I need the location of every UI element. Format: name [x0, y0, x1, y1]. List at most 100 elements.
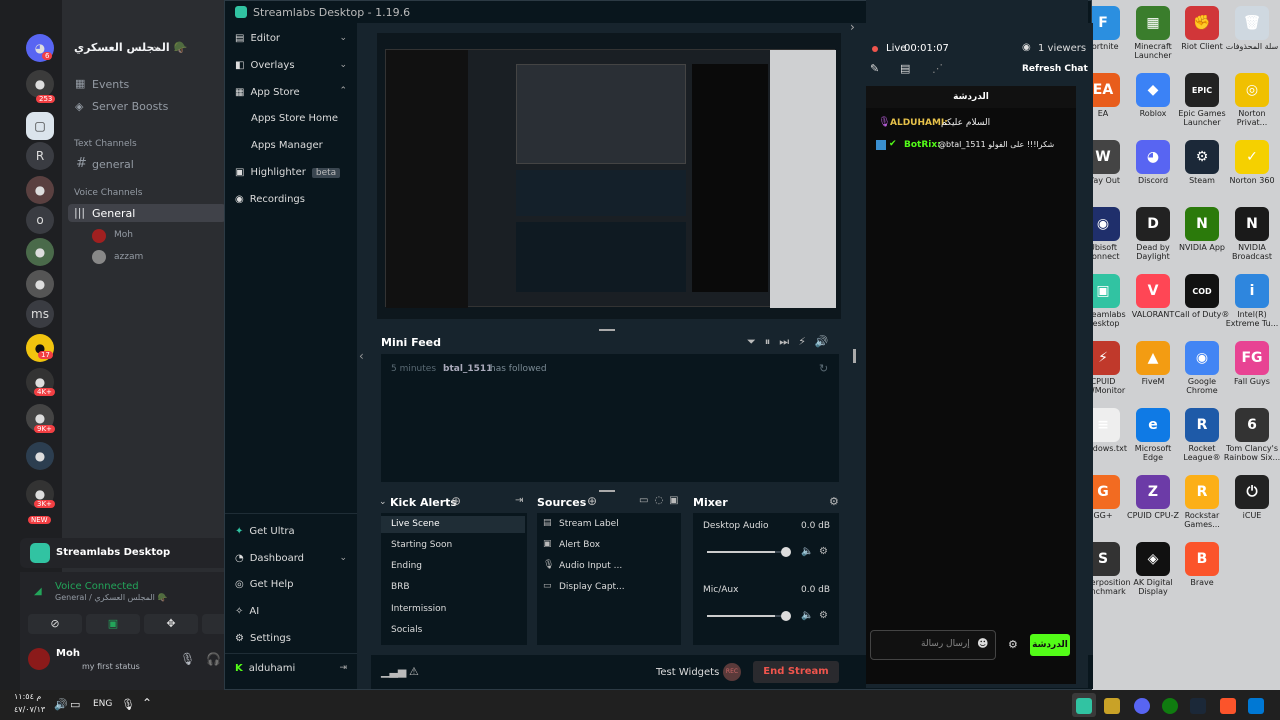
source-item[interactable]: Display Capt... [549, 582, 625, 592]
desktop-icon[interactable]: ⏻ iCUE [1223, 475, 1280, 520]
nav-account[interactable]: Kalduhami [235, 663, 295, 674]
nav-overlays[interactable]: ◧ Overlays [235, 60, 295, 71]
chevron-right-icon[interactable]: › [850, 20, 855, 34]
emoji-icon[interactable]: ☻ [977, 637, 988, 650]
speaker-icon[interactable]: 🔈 [801, 610, 813, 621]
nav-editor[interactable]: ▤ Editor [235, 33, 280, 44]
activity-banner[interactable]: Streamlabs Desktop [20, 538, 230, 568]
desktop-icon[interactable]: ✓ Norton 360 [1223, 140, 1280, 185]
activities-button[interactable]: ✥ [144, 614, 198, 634]
scene-item[interactable]: Live Scene [381, 519, 440, 529]
streamlabs-taskbar-icon[interactable] [1076, 698, 1092, 714]
nav-apps-store-home[interactable]: Apps Store Home [251, 113, 338, 124]
guild-icon[interactable]: ● [26, 270, 54, 298]
chevron-up-icon[interactable]: ⌃ [339, 86, 347, 96]
voice-user[interactable]: Moh [114, 230, 133, 240]
source-item[interactable]: Audio Input ... [549, 561, 622, 571]
discord-taskbar-icon[interactable] [1134, 698, 1150, 714]
nav-get-ultra[interactable]: ✦ Get Ultra [235, 526, 295, 537]
nav-app-store[interactable]: ▦ App Store [235, 87, 300, 98]
end-stream-button[interactable]: End Stream [753, 661, 839, 683]
desktop-icon[interactable]: 6 Tom Clancy's Rainbow Six... [1223, 408, 1280, 462]
scene-item[interactable]: Ending [381, 561, 422, 571]
chat-username[interactable]: BotRix: [904, 140, 941, 150]
chevron-down-icon[interactable]: ⌄ [379, 497, 387, 507]
guild-icon[interactable]: ● [26, 442, 54, 470]
warning-icon[interactable]: ⚠ [409, 665, 419, 678]
nav-ai[interactable]: ✧ AI [235, 606, 259, 617]
clock-time[interactable]: م ١١:٥٤ [14, 692, 41, 701]
file-explorer-taskbar-icon[interactable] [1104, 698, 1120, 714]
network-icon[interactable]: ▭ [70, 698, 80, 711]
guild-icon[interactable]: ● [26, 176, 54, 204]
guild-letter-o[interactable]: o [26, 206, 54, 234]
nav-apps-manager[interactable]: Apps Manager [251, 140, 323, 151]
rec-button[interactable]: REC [723, 663, 741, 681]
feed-user[interactable]: btal_1511 [443, 364, 492, 374]
volume-knob[interactable] [781, 611, 791, 621]
chart-icon[interactable]: ▁▃▅ [381, 665, 406, 678]
scrollbar[interactable] [853, 349, 856, 363]
events-link[interactable]: Events [92, 78, 129, 91]
chat-send-button[interactable]: الدردشة [1030, 634, 1070, 656]
server-boosts-link[interactable]: Server Boosts [92, 100, 168, 113]
desktop-icon[interactable]: B Brave [1173, 542, 1231, 587]
voice-channels-header[interactable]: Voice Channels [74, 188, 142, 198]
desktop-icon[interactable]: FG Fall Guys [1223, 341, 1280, 386]
steam-taskbar-icon[interactable] [1190, 698, 1206, 714]
add-scene-icon[interactable]: ⊕ [451, 494, 461, 508]
scene-transition-icon[interactable]: ⇥ [515, 495, 523, 506]
channel-general-voice[interactable]: General [92, 207, 135, 220]
source-tools-icon[interactable]: ▭◌▣ [639, 495, 685, 506]
guild-icon[interactable]: ● [26, 70, 54, 98]
test-widgets-button[interactable]: Test Widgets [656, 667, 719, 678]
gear-icon[interactable]: ⚙ [819, 610, 828, 621]
guild-icon[interactable]: ● [26, 238, 54, 266]
source-item[interactable]: Alert Box [549, 540, 600, 550]
brave-taskbar-icon[interactable] [1220, 698, 1236, 714]
screen-share-button[interactable]: ▣ [86, 614, 140, 634]
avatar[interactable] [28, 648, 50, 670]
source-item[interactable]: Stream Label [549, 519, 619, 529]
volume-slider[interactable] [707, 551, 785, 553]
microphone-icon[interactable]: 🎙 [121, 698, 135, 711]
voice-connected-label[interactable]: Voice Connected [55, 581, 139, 592]
text-channels-header[interactable]: Text Channels [74, 139, 137, 149]
headphones-icon[interactable]: 🎧 [206, 652, 221, 666]
chat-input[interactable]: إرسال رسالة ☻ [870, 630, 996, 660]
clock-date[interactable]: ٤٧/٠٧/١٣ [14, 705, 45, 714]
chat-username[interactable]: ALDUHAMI: [890, 118, 948, 128]
volume-knob[interactable] [781, 547, 791, 557]
voice-user[interactable]: azzam [114, 252, 143, 262]
repeat-icon[interactable]: ↻ [819, 362, 828, 375]
desktop-icon[interactable]: ◎ Norton Privat... [1223, 73, 1280, 127]
channel-general-text[interactable]: general [92, 158, 134, 171]
chevron-down-icon[interactable]: ⌄ [339, 33, 347, 43]
guild-icon[interactable]: ▢ [26, 112, 54, 140]
edit-icon[interactable]: ✎ [870, 62, 879, 75]
server-name[interactable]: المجلس العسكري 🪖 [74, 41, 187, 54]
windows-start-icon[interactable] [1248, 698, 1264, 714]
resize-handle[interactable] [599, 490, 615, 492]
nav-get-help[interactable]: ◎ Get Help [235, 579, 294, 590]
microphone-icon[interactable]: 🎙 [180, 652, 195, 666]
guild-letter-ms[interactable]: ms [26, 300, 54, 328]
volume-icon[interactable]: 🔊 [54, 698, 68, 711]
speaker-icon[interactable]: 🔈 [801, 546, 813, 557]
scene-item[interactable]: BRB [381, 582, 410, 592]
chevron-down-icon[interactable]: ⌄ [339, 553, 347, 563]
gear-icon[interactable]: ⚙ [829, 495, 839, 508]
resize-handle[interactable] [599, 329, 615, 331]
desktop-icon[interactable]: 🗑 سلة المحذوفات [1223, 6, 1280, 51]
scene-item[interactable]: Intermission [381, 604, 446, 614]
gear-icon[interactable]: ⚙ [1008, 638, 1018, 651]
nav-highlighter[interactable]: ▣ Highlighter beta [235, 167, 341, 178]
camera-off-button[interactable]: ⊘ [28, 614, 82, 634]
chevron-up-icon[interactable]: ⌃ [142, 696, 152, 710]
refresh-chat-button[interactable]: Refresh Chat [1022, 64, 1088, 74]
feed-icon[interactable]: ▤ [900, 62, 910, 75]
collapse-arrow-icon[interactable]: ‹ [359, 349, 364, 363]
chevron-down-icon[interactable]: ⌄ [152, 41, 160, 52]
nav-dashboard[interactable]: ◔ Dashboard [235, 553, 304, 564]
scene-item[interactable]: Starting Soon [381, 540, 452, 550]
